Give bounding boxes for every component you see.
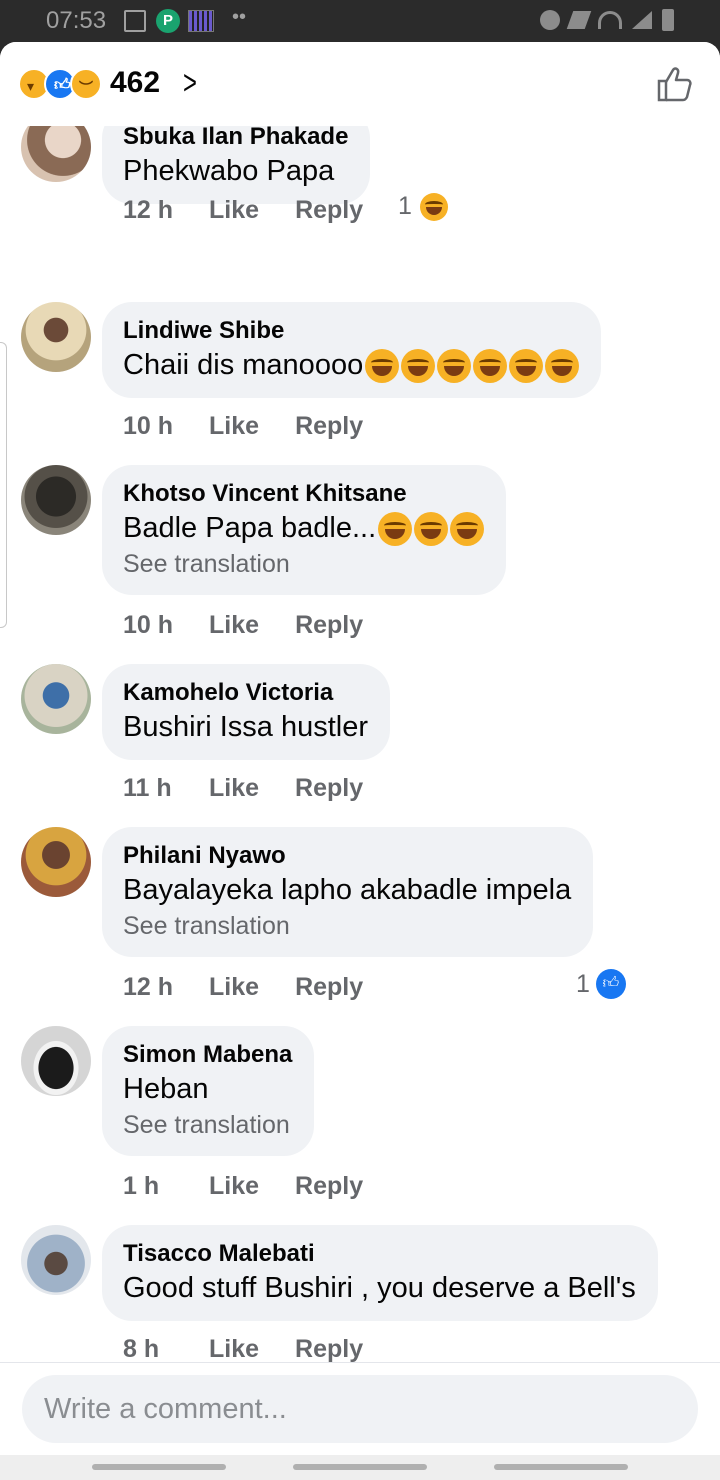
rofl-emoji-icon — [365, 349, 400, 384]
like-link[interactable]: Like — [209, 611, 259, 640]
comment-author[interactable]: Simon Mabena — [123, 1040, 292, 1070]
battery-icon — [662, 9, 674, 31]
comment-time: 12 h — [123, 196, 174, 224]
avatar[interactable] — [21, 126, 91, 182]
comment-time: 10 h — [123, 412, 174, 440]
comment-time: 8 h — [123, 1335, 160, 1362]
avatar[interactable] — [21, 1225, 91, 1295]
comment-bubble[interactable]: Simon Mabena Heban See translation — [102, 1026, 315, 1156]
rofl-emoji-icon — [414, 512, 449, 547]
system-nav-bar — [0, 1455, 720, 1480]
reaction-summary[interactable]: ▾ 👍︎ ︶ — [18, 68, 102, 102]
comment-list[interactable]: Sbuka Ilan Phakade Phekwabo Papa 12 h Li… — [0, 126, 720, 1362]
comment-text: Good stuff Bushiri , you deserve a Bell'… — [123, 1272, 636, 1304]
see-translation-link[interactable]: See translation — [123, 909, 571, 943]
rofl-emoji-icon — [509, 349, 544, 384]
joy-emoji-icon — [450, 512, 485, 547]
comment-text: Heban — [123, 1073, 209, 1105]
comment-bubble[interactable]: Kamohelo Victoria Bushiri Issa hustler — [102, 664, 390, 760]
comment-author[interactable]: Lindiwe Shibe — [123, 316, 579, 346]
alarm-icon — [540, 10, 560, 30]
comment-text-content: Chaii dis manoooo — [123, 349, 364, 381]
wifi-icon — [598, 11, 622, 29]
more-notifications-icon: •• — [232, 6, 247, 28]
like-link[interactable]: Like — [209, 1172, 259, 1201]
like-button-icon[interactable] — [656, 66, 694, 102]
comment-bubble[interactable]: Philani Nyawo Bayalayeka lapho akabadle … — [102, 827, 594, 957]
like-link[interactable]: Like — [209, 774, 259, 803]
sad-reaction-icon: ︶ — [70, 68, 102, 100]
reaction-number: 1 — [398, 192, 412, 220]
joy-emoji-icon — [378, 512, 413, 547]
p-app-icon: P — [156, 9, 180, 33]
comment-time: 10 h — [123, 611, 174, 639]
see-translation-link[interactable]: See translation — [123, 1108, 292, 1142]
reply-link[interactable]: Reply — [295, 412, 363, 441]
comment-text: Bayalayeka lapho akabadle impela — [123, 874, 572, 906]
rofl-emoji-icon — [437, 349, 472, 384]
image-notification-icon — [188, 10, 214, 32]
like-link[interactable]: Like — [209, 412, 259, 441]
reply-link[interactable]: Reply — [295, 774, 363, 803]
comment-text: Phekwabo Papa — [123, 155, 335, 187]
scroll-indicator[interactable] — [0, 342, 7, 628]
like-link[interactable]: Like — [209, 196, 259, 225]
comment-author[interactable]: Tisacco Malebati — [123, 1239, 636, 1269]
comment-bubble[interactable]: Sbuka Ilan Phakade Phekwabo Papa — [102, 126, 371, 204]
comment-input[interactable] — [22, 1375, 698, 1443]
comment-reaction-count[interactable]: 1 👍︎ — [576, 969, 626, 999]
avatar[interactable] — [21, 664, 91, 734]
nav-home-button[interactable] — [293, 1464, 427, 1470]
status-bar: 07:53 P •• — [0, 0, 720, 42]
comment-bubble[interactable]: Tisacco Malebati Good stuff Bushiri , yo… — [102, 1225, 658, 1321]
comment-time: 12 h — [123, 973, 174, 1001]
like-reaction-icon: 👍︎ — [595, 969, 626, 999]
rofl-emoji-icon — [545, 349, 580, 384]
reply-link[interactable]: Reply — [295, 973, 363, 1002]
comment-bubble[interactable]: Lindiwe Shibe Chaii dis manoooo — [102, 302, 602, 398]
comment-bubble[interactable]: Khotso Vincent Khitsane Badle Papa badle… — [102, 465, 507, 595]
mute-icon — [566, 11, 592, 29]
comment-author[interactable]: Sbuka Ilan Phakade — [123, 126, 348, 152]
nav-back-button[interactable] — [494, 1464, 628, 1470]
comment-author[interactable]: Khotso Vincent Khitsane — [123, 479, 484, 509]
chevron-right-icon[interactable]: > — [183, 64, 197, 103]
signal-icon — [632, 11, 652, 29]
comment-author[interactable]: Philani Nyawo — [123, 841, 571, 871]
avatar[interactable] — [21, 465, 91, 535]
comment-time: 1 h — [123, 1172, 160, 1200]
comment-composer — [0, 1362, 720, 1480]
reactions-header: ▾ 👍︎ ︶ 462 > — [0, 42, 720, 126]
comment-text-content: Badle Papa badle... — [123, 512, 377, 544]
like-link[interactable]: Like — [209, 1335, 259, 1362]
comment-time: 11 h — [123, 774, 172, 802]
avatar[interactable] — [21, 1026, 91, 1096]
like-link[interactable]: Like — [209, 973, 259, 1002]
reply-link[interactable]: Reply — [295, 1335, 363, 1362]
reply-link[interactable]: Reply — [295, 1172, 363, 1201]
comment-text: Badle Papa badle... — [123, 509, 485, 547]
nav-recents-button[interactable] — [92, 1464, 226, 1470]
haha-emoji-icon — [419, 192, 448, 221]
comment-reaction-count[interactable]: 1 — [398, 192, 448, 221]
comment-text: Bushiri Issa hustler — [123, 711, 368, 743]
comments-sheet: ▾ 👍︎ ︶ 462 > Sbuka Ilan Phakade Phekwabo… — [0, 42, 720, 1480]
rofl-emoji-icon — [401, 349, 436, 384]
comment-author[interactable]: Kamohelo Victoria — [123, 678, 368, 708]
reaction-count[interactable]: 462 — [110, 66, 160, 100]
avatar[interactable] — [21, 302, 91, 372]
reaction-number: 1 — [576, 969, 590, 998]
rofl-emoji-icon — [473, 349, 508, 384]
status-time: 07:53 — [46, 7, 107, 34]
see-translation-link[interactable]: See translation — [123, 547, 484, 581]
comment-text: Chaii dis manoooo — [123, 346, 580, 384]
reply-link[interactable]: Reply — [295, 196, 363, 225]
gallery-icon — [124, 10, 146, 32]
avatar[interactable] — [21, 827, 91, 897]
reply-link[interactable]: Reply — [295, 611, 363, 640]
